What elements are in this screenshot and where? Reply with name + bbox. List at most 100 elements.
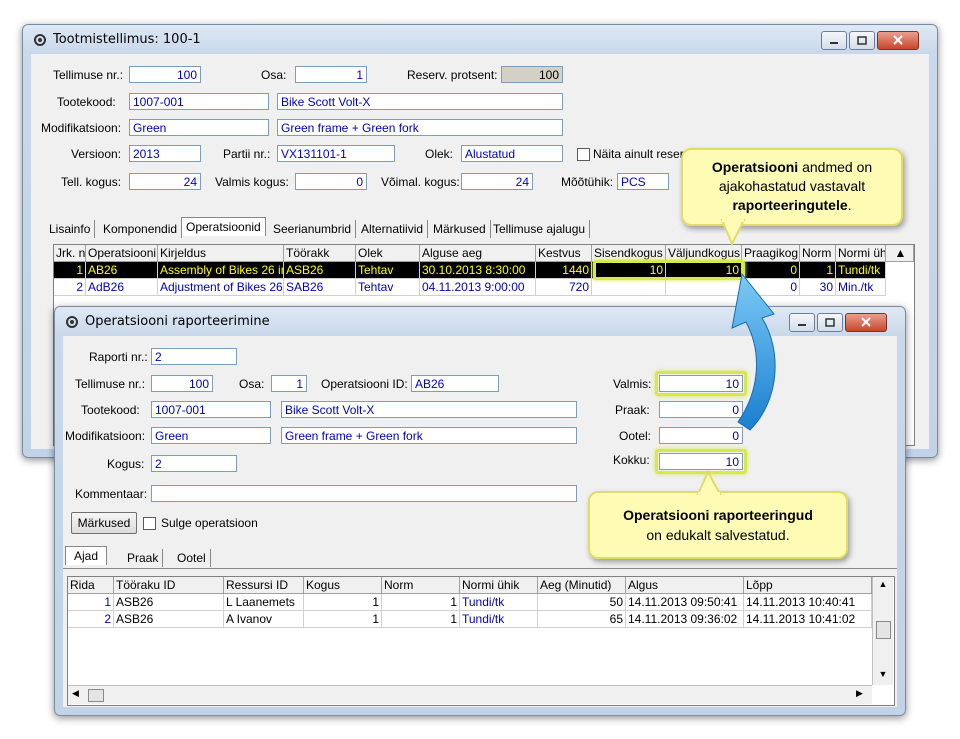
ready-label: Valmis: (613, 377, 652, 391)
col-header-description[interactable]: Kirjeldus (158, 245, 284, 262)
tab-markused[interactable]: Märkused (429, 220, 491, 238)
cell-norm: 1 (382, 611, 460, 628)
version-field[interactable]: 2013 (129, 145, 201, 162)
cell-time-minutes: 50 (538, 594, 626, 611)
tab-seerianumbrid[interactable]: Seerianumbrid (269, 220, 357, 238)
col-header-workcell-id[interactable]: Tööraku ID (114, 577, 224, 594)
cell-norm: 1 (382, 594, 460, 611)
operation-id-field[interactable]: AB26 (411, 375, 499, 392)
cell-workcell: ASB26 (284, 262, 356, 279)
part-label: Osa: (261, 68, 287, 82)
part-field[interactable]: 1 (271, 375, 307, 392)
main-titlebar[interactable]: Tootmistellimus: 100-1 (23, 25, 937, 53)
grid-scroll-up[interactable]: ▲ (886, 245, 914, 262)
col-header-duration[interactable]: Kestvus (536, 245, 592, 262)
cell-row: 2 (68, 611, 114, 628)
batch-no-field[interactable]: VX131101-1 (277, 145, 395, 162)
col-header-start-time[interactable]: Alguse aeg (420, 245, 536, 262)
col-header-workcell[interactable]: Töörakk (284, 245, 356, 262)
cell-resource-id: A Ivanov (224, 611, 304, 628)
col-header-status[interactable]: Olek (356, 245, 420, 262)
maximize-icon (825, 318, 835, 327)
col-header-scrap-qty[interactable]: Praagikog (742, 245, 800, 262)
col-header-qty[interactable]: Kogus (304, 577, 382, 594)
order-no-field[interactable]: 100 (151, 375, 213, 392)
tab-tellimuse-ajalugu[interactable]: Tellimuse ajalugu (489, 220, 591, 238)
times-grid[interactable]: Rida Tööraku ID Ressursi ID Kogus Norm N… (67, 576, 895, 706)
product-code-field[interactable]: 1007-001 (129, 93, 269, 110)
operation-id-label: Operatsiooni ID: (321, 377, 408, 391)
modification-desc-field[interactable]: Green frame + Green fork (281, 427, 577, 444)
modification-desc-field[interactable]: Green frame + Green fork (277, 119, 563, 136)
qty-label: Kogus: (107, 457, 145, 471)
maximize-button[interactable] (849, 31, 875, 50)
tab-ajad[interactable]: Ajad (65, 546, 108, 565)
scroll-thumb[interactable] (876, 621, 891, 639)
scrap-label: Praak: (615, 403, 650, 417)
minimize-button[interactable] (821, 31, 847, 50)
product-code-field[interactable]: 1007-001 (151, 401, 271, 418)
update-arrow-icon (731, 272, 776, 431)
product-name-field[interactable]: Bike Scott Volt-X (277, 93, 563, 110)
col-header-end[interactable]: Lõpp (744, 577, 872, 594)
comment-field[interactable] (151, 485, 577, 502)
close-button[interactable] (845, 313, 887, 332)
close-operation-checkbox[interactable] (143, 517, 156, 530)
qty-field[interactable]: 2 (151, 455, 237, 472)
times-grid-hscroll[interactable]: ◀ ▶ (68, 685, 872, 704)
status-label: Olek: (425, 147, 454, 161)
product-name-field[interactable]: Bike Scott Volt-X (281, 401, 577, 418)
col-header-operation[interactable]: Operatsiooni (86, 245, 158, 262)
col-header-norm[interactable]: Norm (800, 245, 836, 262)
col-header-norm[interactable]: Norm (382, 577, 460, 594)
possible-qty-field[interactable]: 24 (461, 173, 533, 190)
times-grid-vscroll[interactable]: ▲ ▼ (872, 577, 893, 685)
comment-label: Kommentaar: (75, 487, 148, 501)
table-row[interactable]: 1 ASB26 L Laanemets 1 1 Tundi/tk 50 14.1… (68, 594, 872, 611)
tab-lisainfo[interactable]: Lisainfo (45, 220, 96, 238)
col-header-resource-id[interactable]: Ressursi ID (224, 577, 304, 594)
unit-field[interactable]: PCS (617, 173, 669, 190)
modification-field[interactable]: Green (129, 119, 269, 136)
col-header-norm-unit[interactable]: Normi ühik (460, 577, 538, 594)
product-code-label: Tootekood: (57, 95, 116, 109)
tab-ootel[interactable]: Ootel (173, 549, 211, 567)
col-header-start[interactable]: Algus (626, 577, 744, 594)
status-field[interactable]: Alustatud (461, 145, 563, 162)
cell-jrk: 2 (54, 279, 86, 296)
table-row[interactable]: 2 ASB26 A Ivanov 1 1 Tundi/tk 65 14.11.2… (68, 611, 872, 628)
cell-operation: AdB26 (86, 279, 158, 296)
ready-qty-field[interactable]: 0 (295, 173, 367, 190)
order-qty-field[interactable]: 24 (129, 173, 201, 190)
close-icon (861, 317, 871, 327)
callout-top-text2: ajakohastatud vastavalt (718, 178, 866, 194)
tab-komponendid[interactable]: Komponendid (99, 220, 183, 238)
maximize-button[interactable] (817, 313, 843, 332)
close-button[interactable] (877, 31, 919, 50)
scroll-right-arrow-icon[interactable]: ▶ (856, 688, 863, 699)
notes-button[interactable]: Märkused (71, 512, 137, 534)
cell-norm-unit: Tundi/tk (836, 262, 886, 279)
main-tab-strip: Lisainfo Komponendid Operatsioonid Seeri… (45, 217, 725, 239)
callout-bottom: Operatsiooni raporteeringud on edukalt s… (588, 491, 848, 559)
order-no-label: Tellimuse nr.: (75, 377, 146, 391)
tab-praak[interactable]: Praak (123, 549, 164, 567)
show-reserved-checkbox[interactable] (577, 148, 590, 161)
part-field[interactable]: 1 (295, 66, 367, 83)
modification-field[interactable]: Green (151, 427, 271, 444)
scroll-hthumb[interactable] (88, 689, 104, 702)
col-header-time-minutes[interactable]: Aeg (Minutid) (538, 577, 626, 594)
cell-workcell-id: ASB26 (114, 594, 224, 611)
col-header-norm-unit[interactable]: Normi üh (836, 245, 886, 262)
col-header-jrk[interactable]: Jrk. n (54, 245, 86, 262)
show-reserved-label: Näita ainult reserv (593, 147, 690, 161)
tab-operatsioonid[interactable]: Operatsioonid (181, 217, 266, 236)
cell-description: Assembly of Bikes 26 in (158, 262, 284, 279)
tab-alternatiivid[interactable]: Alternatiivid (357, 220, 429, 238)
scroll-up-arrow-icon[interactable]: ▲ (873, 579, 893, 589)
col-header-row[interactable]: Rida (68, 577, 114, 594)
order-no-field[interactable]: 100 (129, 66, 201, 83)
report-no-field[interactable]: 2 (151, 348, 237, 365)
scroll-left-arrow-icon[interactable]: ◀ (72, 688, 79, 699)
scroll-down-arrow-icon[interactable]: ▼ (873, 669, 893, 679)
